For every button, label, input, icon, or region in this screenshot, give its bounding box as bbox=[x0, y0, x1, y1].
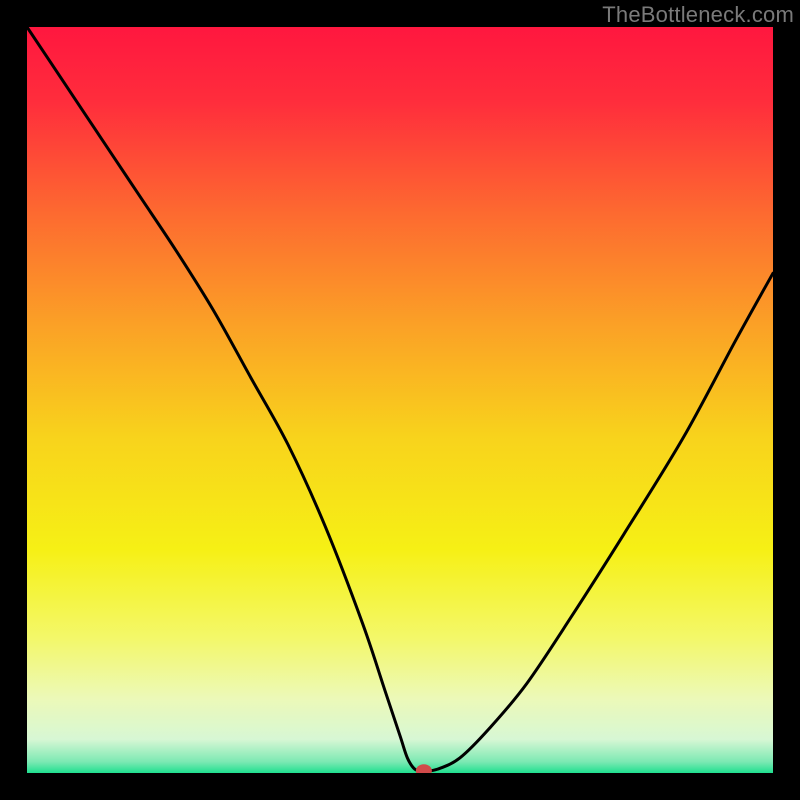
chart-svg bbox=[27, 27, 773, 773]
watermark-text: TheBottleneck.com bbox=[602, 2, 794, 28]
chart-frame: TheBottleneck.com bbox=[0, 0, 800, 800]
gradient-background bbox=[27, 27, 773, 773]
plot-area bbox=[27, 27, 773, 773]
